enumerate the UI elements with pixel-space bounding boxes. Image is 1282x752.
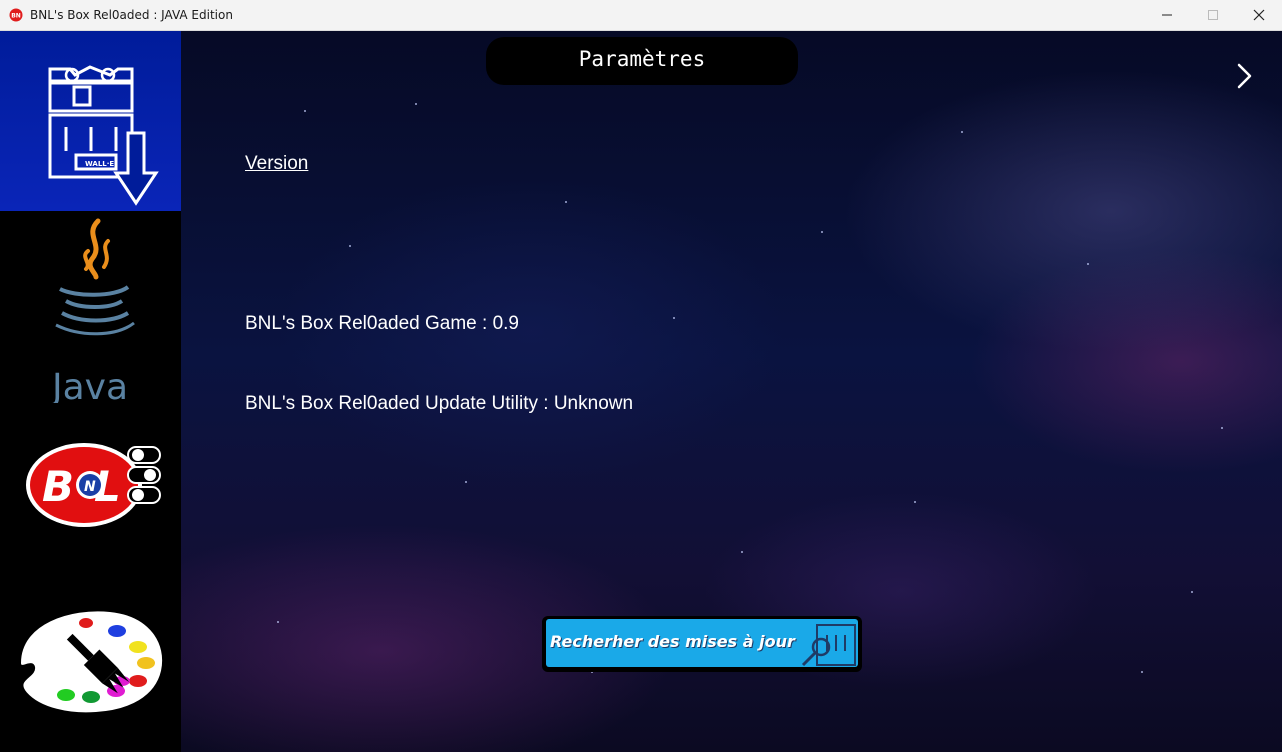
window-title: BNL's Box Rel0aded : JAVA Edition: [30, 8, 233, 22]
wall-e-search-icon: [801, 624, 856, 667]
bnl-logo-icon: B L N: [26, 443, 161, 527]
sidebar-item-updater[interactable]: WALL·E: [0, 31, 181, 211]
star: [741, 551, 743, 553]
star: [673, 317, 675, 319]
svg-text:WALL·E: WALL·E: [85, 160, 114, 168]
star: [277, 621, 279, 623]
sidebar-item-themes[interactable]: [0, 593, 181, 751]
check-updates-label: Recherher des mises à jour: [550, 632, 795, 651]
main-panel: Paramètres Version BNL's Box Rel0aded Ga…: [181, 31, 1282, 752]
updater-version-text: BNL's Box Rel0aded Update Utility : Unkn…: [245, 393, 634, 414]
svg-text:B: B: [42, 462, 74, 511]
star: [465, 481, 467, 483]
palette-icon: [18, 609, 165, 715]
version-link[interactable]: Version: [245, 153, 308, 175]
wall-e-download-icon: WALL·E: [48, 65, 159, 206]
star: [415, 103, 417, 105]
java-logo-icon: Java: [50, 218, 135, 408]
minimize-icon: [1162, 14, 1172, 16]
star: [961, 131, 963, 133]
svg-text:Java: Java: [50, 367, 128, 403]
chevron-right-icon[interactable]: [1233, 61, 1257, 91]
star: [304, 110, 306, 112]
title-bar: BN BNL's Box Rel0aded : JAVA Edition: [0, 0, 1282, 31]
star: [1141, 671, 1143, 673]
star: [1191, 591, 1193, 593]
star: [1087, 263, 1089, 265]
star: [565, 201, 567, 203]
sidebar-item-bnl[interactable]: B L N: [0, 423, 181, 543]
svg-text:BN: BN: [11, 13, 21, 20]
close-icon: [1253, 9, 1265, 21]
app-window: BN BNL's Box Rel0aded : JAVA Edition WAL…: [0, 0, 1282, 752]
svg-text:N: N: [84, 479, 96, 495]
check-updates-button-face: Recherher des mises à jour: [546, 619, 858, 667]
sidebar-item-java[interactable]: Java: [0, 211, 181, 408]
page-title: Paramètres: [578, 47, 706, 71]
close-button[interactable]: [1236, 0, 1282, 30]
sidebar: WALL·E Java B L N: [0, 31, 181, 752]
star: [821, 231, 823, 233]
check-updates-button[interactable]: Recherher des mises à jour: [542, 616, 862, 672]
star: [914, 501, 916, 503]
maximize-icon: [1208, 10, 1218, 20]
star: [1221, 427, 1223, 429]
game-version-text: BNL's Box Rel0aded Game : 0.9: [245, 313, 519, 334]
app-icon: BN: [9, 8, 23, 22]
star: [349, 245, 351, 247]
minimize-button[interactable]: [1144, 0, 1190, 30]
maximize-button[interactable]: [1190, 0, 1236, 30]
